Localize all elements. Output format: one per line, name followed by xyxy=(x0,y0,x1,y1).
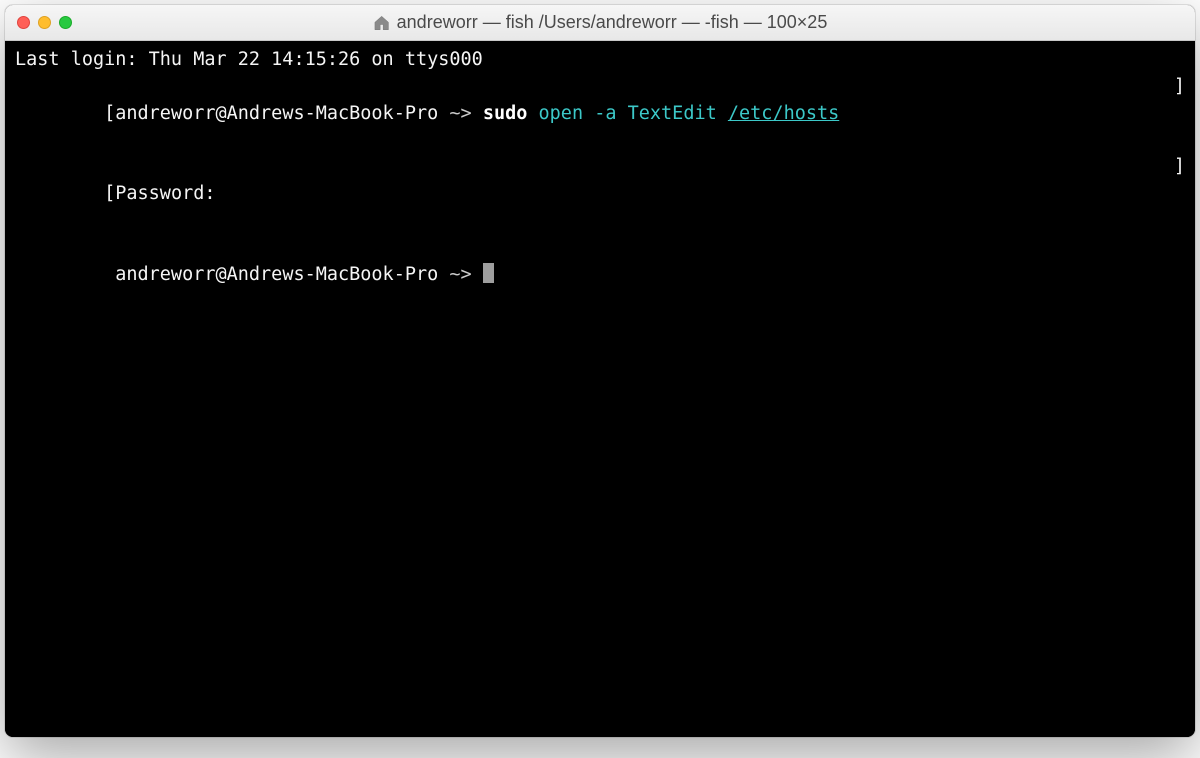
terminal-line-password: [Password: ] xyxy=(15,154,1185,234)
home-icon xyxy=(373,14,391,32)
maximize-button[interactable] xyxy=(59,16,72,29)
last-login-text: Last login: Thu Mar 22 14:15:26 on ttys0… xyxy=(15,47,483,74)
terminal-line-prompt: andreworr@Andrews-MacBook-Pro ~> xyxy=(15,235,1185,315)
command-open: open -a TextEdit xyxy=(527,103,727,124)
cursor xyxy=(483,263,494,283)
terminal-body[interactable]: Last login: Thu Mar 22 14:15:26 on ttys0… xyxy=(5,41,1195,737)
terminal-line-login: Last login: Thu Mar 22 14:15:26 on ttys0… xyxy=(15,47,1185,74)
bracket-close: ] xyxy=(1174,154,1185,234)
traffic-lights xyxy=(17,16,72,29)
window-title: andreworr — fish /Users/andreworr — -fis… xyxy=(373,12,828,33)
prompt-separator: ~> xyxy=(438,103,483,124)
prompt-user-host: andreworr@Andrews-MacBook-Pro xyxy=(115,103,438,124)
close-button[interactable] xyxy=(17,16,30,29)
terminal-line-command: [andreworr@Andrews-MacBook-Pro ~> sudo o… xyxy=(15,74,1185,154)
window-title-text: andreworr — fish /Users/andreworr — -fis… xyxy=(397,12,828,33)
terminal-window: andreworr — fish /Users/andreworr — -fis… xyxy=(5,5,1195,737)
command-path: /etc/hosts xyxy=(728,103,839,124)
prompt-user-host: andreworr@Andrews-MacBook-Pro xyxy=(104,264,438,285)
command-sudo: sudo xyxy=(483,103,528,124)
bracket-open: [ xyxy=(104,103,115,124)
bracket-close: ] xyxy=(1174,74,1185,154)
prompt-separator: ~> xyxy=(438,264,483,285)
password-prompt: Password: xyxy=(115,183,215,204)
bracket-open: [ xyxy=(104,183,115,204)
minimize-button[interactable] xyxy=(38,16,51,29)
titlebar[interactable]: andreworr — fish /Users/andreworr — -fis… xyxy=(5,5,1195,41)
